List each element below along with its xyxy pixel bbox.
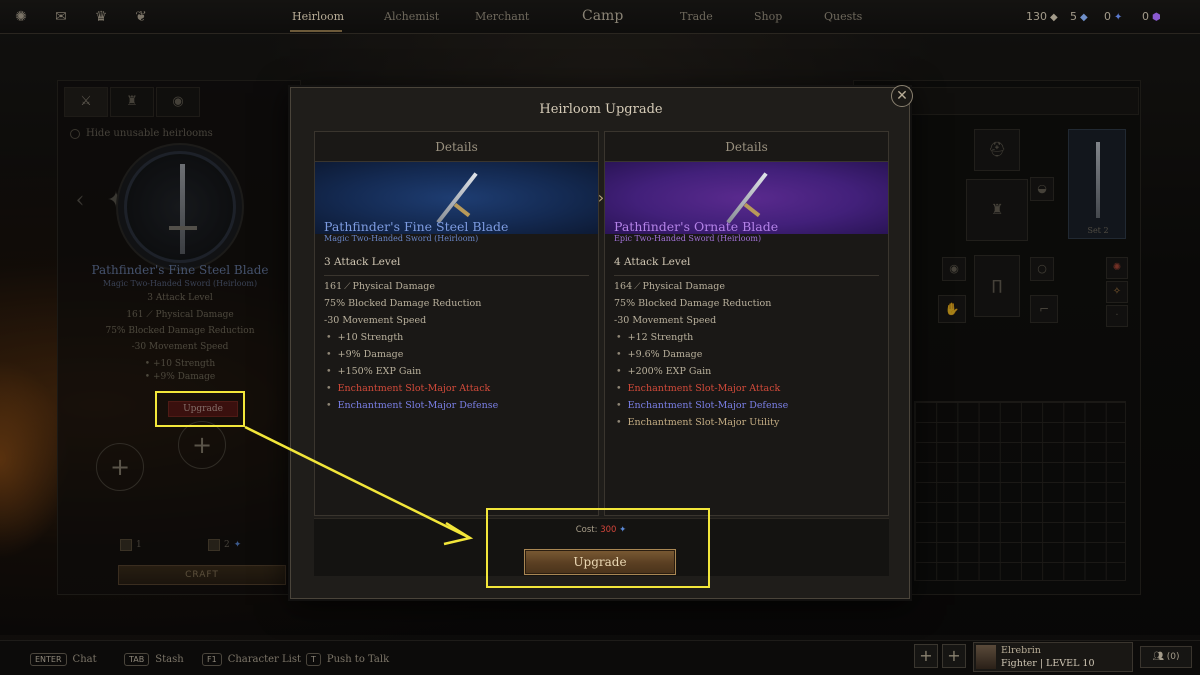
tab-heirloom[interactable]: Heirloom (292, 10, 344, 23)
divider (614, 275, 879, 276)
enchant-slot-attack: Enchantment Slot-Major Attack (614, 380, 788, 397)
stat-bonus: +10 Strength (324, 329, 498, 346)
stat-line: 75% Blocked Damage Reduction (324, 298, 482, 309)
hint-label: Push to Talk (326, 654, 390, 665)
pet-icon[interactable]: ❦ (132, 8, 150, 26)
stat-bonus: +150% EXP Gain (324, 363, 498, 380)
upgraded-item-details: Details Pathfinder's Ornate Blade Epic T… (604, 131, 889, 516)
stat-line: -30 Movement Speed (614, 315, 717, 326)
stat-bonus: +9% Damage (324, 346, 498, 363)
tab-shop[interactable]: Shop (754, 10, 782, 23)
details-header: Details (605, 132, 888, 162)
item-type: Epic Two-Handed Sword (Heirloom) (614, 234, 762, 243)
enchant-slot-utility: Enchantment Slot-Major Utility (614, 414, 788, 431)
stat-line: -30 Movement Speed (324, 315, 427, 326)
resource-gem: 0 ⬢ (1142, 10, 1161, 23)
character-class-level: Fighter | LEVEL 10 (1001, 658, 1095, 669)
sword-icon (435, 172, 478, 224)
tab-alchemist[interactable]: Alchemist (384, 10, 439, 23)
damage-icon: ⟋ (344, 282, 351, 292)
friends-button[interactable]: 👥︎ (0) (1140, 646, 1192, 668)
key-cap: TAB (124, 653, 150, 666)
hint-push-to-talk[interactable]: T Push to Talk (306, 653, 389, 666)
friends-icon: 👥︎ (1152, 652, 1164, 662)
tab-quests[interactable]: Quests (824, 10, 862, 23)
stat-line: 75% Blocked Damage Reduction (614, 298, 772, 309)
resource-shard: 0 ✦ (1104, 10, 1123, 23)
crystal-icon: ◆ (1080, 12, 1088, 23)
stat-list: 161 ⟋ Physical Damage 75% Blocked Damage R… (324, 278, 498, 414)
key-cap: F1 (202, 653, 222, 666)
character-name: Elrebrin (1001, 645, 1041, 656)
hint-character-list[interactable]: F1 Character List (202, 653, 301, 666)
item-name: Pathfinder's Ornate Blade (614, 219, 779, 234)
hint-label: Chat (72, 654, 97, 665)
current-item-details: Details Pathfinder's Fine Steel Blade Ma… (314, 131, 599, 516)
active-tab-indicator (290, 30, 342, 32)
gem-icon: ⬢ (1152, 12, 1161, 23)
divider (324, 275, 589, 276)
enchant-slot-attack: Enchantment Slot-Major Attack (324, 380, 498, 397)
compare-arrow-icon: › (597, 188, 605, 207)
attack-level: 3 Attack Level (324, 256, 401, 268)
hint-label: Character List (227, 654, 301, 665)
key-cap: T (306, 653, 321, 666)
top-nav-bar: ✺ ✉ ♛ ❦ Heirloom Alchemist Merchant Camp… (0, 0, 1200, 34)
stat-bonus: +9.6% Damage (614, 346, 788, 363)
enchant-slot-defense: Enchantment Slot-Major Defense (324, 397, 499, 414)
hint-label: Stash (155, 654, 184, 665)
avatar (976, 645, 996, 669)
gold-icon: ◆ (1050, 12, 1058, 23)
attack-level: 4 Attack Level (614, 256, 691, 268)
resource-crystal: 5 ◆ (1070, 10, 1088, 23)
resource-gold: 130 ◆ (1026, 10, 1058, 23)
modal-title: Heirloom Upgrade (539, 102, 663, 117)
item-type: Magic Two-Handed Sword (Heirloom) (324, 234, 479, 243)
details-header: Details (315, 132, 598, 162)
sword-guard (453, 202, 470, 218)
highlight-box-modal-upgrade (486, 508, 710, 588)
damage-icon: ⟋ (634, 282, 641, 292)
key-cap: ENTER (30, 653, 67, 666)
compass-icon[interactable]: ✺ (12, 8, 30, 26)
stat-list: 164 ⟋ Physical Damage 75% Blocked Damage R… (614, 278, 788, 431)
stat-physical-damage: 164 ⟋ Physical Damage (614, 281, 725, 292)
hint-chat[interactable]: ENTER Chat (30, 653, 97, 666)
tab-trade[interactable]: Trade (680, 10, 713, 23)
party-invite-button[interactable]: + (942, 644, 966, 668)
sword-icon (725, 172, 768, 224)
character-card[interactable]: Elrebrin Fighter | LEVEL 10 (973, 642, 1133, 672)
party-invite-button[interactable]: + (914, 644, 938, 668)
tab-merchant[interactable]: Merchant (475, 10, 529, 23)
stat-bonus: +200% EXP Gain (614, 363, 788, 380)
stat-bonus: +12 Strength (614, 329, 788, 346)
stat-physical-damage: 161 ⟋ Physical Damage (324, 281, 435, 292)
trophy-icon[interactable]: ♛ (92, 8, 110, 26)
friends-count: (0) (1166, 652, 1180, 662)
highlight-box-left-upgrade (155, 391, 245, 427)
shard-icon: ✦ (1114, 12, 1123, 23)
enchant-slot-defense: Enchantment Slot-Major Defense (614, 397, 789, 414)
mail-icon[interactable]: ✉ (52, 8, 70, 26)
tab-camp[interactable]: Camp (582, 8, 623, 24)
hint-stash[interactable]: TAB Stash (124, 653, 184, 666)
sword-guard (743, 202, 760, 218)
close-icon[interactable]: ✕ (891, 85, 913, 107)
item-name: Pathfinder's Fine Steel Blade (324, 219, 509, 234)
